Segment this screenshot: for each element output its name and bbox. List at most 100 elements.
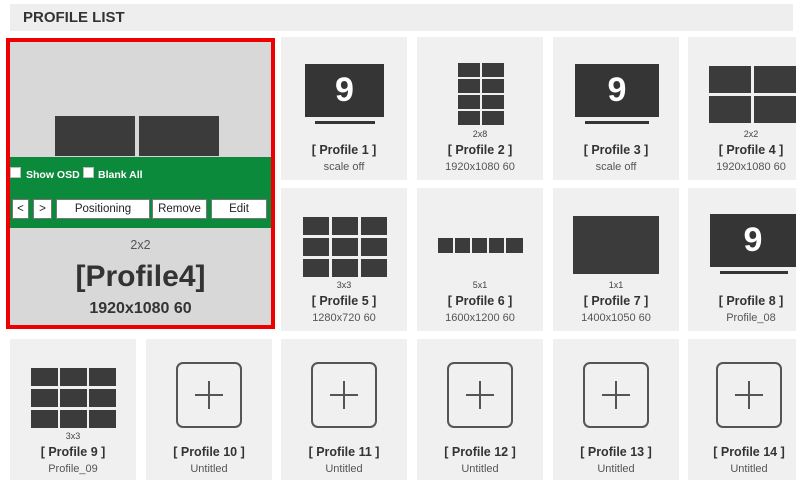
profile-tile[interactable]: 2x2 [ Profile 4 ] 1920x1080 60	[688, 37, 796, 180]
profile-subtitle: 1400x1050 60	[581, 312, 651, 324]
profile-title: [ Profile 14 ]	[713, 445, 785, 459]
layout-thumb	[709, 66, 796, 124]
add-profile-icon[interactable]	[176, 362, 242, 428]
profile-tile[interactable]: [ Profile 13 ] Untitled	[553, 339, 679, 480]
profile-title: [ Profile 4 ]	[718, 143, 784, 157]
thumb-cell	[482, 111, 504, 125]
thumb-cell	[361, 217, 387, 235]
thumb-cell	[506, 238, 523, 253]
screen-stand	[315, 121, 375, 124]
page-title: PROFILE LIST	[23, 9, 125, 26]
screen-stand	[720, 271, 788, 274]
screen-thumb: 9	[710, 214, 796, 267]
thumb-cell	[709, 66, 751, 93]
thumb-cell	[458, 111, 480, 125]
profile-tile[interactable]: [ Profile 10 ] Untitled	[146, 339, 272, 480]
profile-subtitle: 1920x1080 60	[445, 161, 515, 173]
profile-title: [ Profile 9 ]	[40, 445, 106, 459]
thumb-cell	[482, 63, 504, 77]
thumb-cell	[332, 238, 358, 256]
thumb-cell	[60, 389, 87, 407]
thumb-cell	[31, 368, 58, 386]
screen-thumb: 9	[575, 64, 659, 117]
add-profile-icon[interactable]	[716, 362, 782, 428]
thumb-cell	[455, 238, 470, 253]
thumb-cell	[60, 368, 87, 386]
add-profile-icon[interactable]	[311, 362, 377, 428]
profile-layout: 5x1	[472, 280, 488, 290]
profile-title: [ Profile 13 ]	[580, 445, 652, 459]
selected-resolution: 1920x1080 60	[89, 300, 192, 317]
thumb-cell	[482, 79, 504, 93]
profile-layout: 3x3	[65, 431, 81, 441]
edit-button[interactable]: Edit	[211, 199, 267, 219]
remove-button[interactable]: Remove	[152, 199, 207, 219]
profile-title: [ Profile 5 ]	[311, 294, 377, 308]
layout-thumb	[31, 368, 117, 428]
profile-tile[interactable]: 2x8 [ Profile 2 ] 1920x1080 60	[417, 37, 543, 180]
profile-subtitle: Profile_08	[726, 312, 776, 324]
profile-tile[interactable]: 9 [ Profile 8 ] Profile_08	[688, 188, 796, 331]
thumb-cell	[303, 259, 329, 277]
layout-thumb	[303, 217, 387, 277]
selected-profile-name: [Profile4]	[75, 260, 206, 293]
profile-layout: 2x2	[743, 129, 759, 139]
profile-layout: 3x3	[336, 280, 352, 290]
profile-tile[interactable]: 5x1 [ Profile 6 ] 1600x1200 60	[417, 188, 543, 331]
profile-tile[interactable]: 9 [ Profile 3 ] scale off	[553, 37, 679, 180]
profile-tile[interactable]: 3x3 [ Profile 9 ] Profile_09	[10, 339, 136, 480]
layout-thumb	[573, 216, 659, 274]
profile-subtitle: scale off	[595, 161, 637, 173]
thumb-cell	[89, 410, 116, 428]
thumb-cell	[89, 389, 116, 407]
screen-stand	[585, 121, 649, 124]
thumb-cell	[458, 79, 480, 93]
thumb-cell	[489, 238, 504, 253]
selected-profile-panel[interactable]: Show OSD Blank All < > Positioning Remov…	[6, 38, 275, 329]
next-button[interactable]: >	[33, 199, 52, 219]
thumb-cell	[332, 259, 358, 277]
blank-all-checkbox[interactable]	[83, 167, 94, 178]
profile-title: [ Profile 11 ]	[308, 445, 380, 459]
prev-button[interactable]: <	[12, 199, 29, 219]
profile-title: [ Profile 2 ]	[447, 143, 513, 157]
profile-title: [ Profile 7 ]	[583, 294, 649, 308]
thumb-cell	[438, 238, 453, 253]
thumb-cell	[709, 96, 751, 123]
thumb-cell	[31, 389, 58, 407]
profile-subtitle: 1600x1200 60	[445, 312, 515, 324]
thumb-cell	[754, 66, 796, 93]
profile-subtitle: scale off	[323, 161, 365, 173]
screen-thumb: 9	[305, 64, 384, 117]
profile-title: [ Profile 6 ]	[447, 294, 513, 308]
profile-title: [ Profile 12 ]	[444, 445, 516, 459]
show-osd-checkbox[interactable]	[10, 167, 21, 178]
thumb-cell	[458, 95, 480, 109]
profile-tile[interactable]: 9 [ Profile 1 ] scale off	[281, 37, 407, 180]
selected-thumb-cell	[55, 116, 135, 156]
add-profile-icon[interactable]	[583, 362, 649, 428]
blank-all-label: Blank All	[98, 169, 143, 181]
layout-thumb	[458, 63, 504, 127]
thumb-cell	[754, 96, 796, 123]
profile-tile[interactable]: 3x3 [ Profile 5 ] 1280x720 60	[281, 188, 407, 331]
profile-subtitle: Untitled	[325, 463, 363, 475]
profile-title: [ Profile 1 ]	[311, 143, 377, 157]
thumb-cell	[361, 259, 387, 277]
profile-list-header: PROFILE LIST	[10, 4, 793, 31]
positioning-button[interactable]: Positioning	[56, 199, 150, 219]
thumb-cell	[60, 410, 87, 428]
profile-subtitle: Untitled	[597, 463, 635, 475]
profile-tile[interactable]: 1x1 [ Profile 7 ] 1400x1050 60	[553, 188, 679, 331]
thumb-cell	[472, 238, 487, 253]
layout-thumb	[438, 238, 523, 253]
add-profile-icon[interactable]	[447, 362, 513, 428]
thumb-cell	[89, 368, 116, 386]
profile-tile[interactable]: [ Profile 11 ] Untitled	[281, 339, 407, 480]
profile-tile[interactable]: [ Profile 12 ] Untitled	[417, 339, 543, 480]
profile-subtitle: Untitled	[461, 463, 499, 475]
profile-tile[interactable]: [ Profile 14 ] Untitled	[688, 339, 796, 480]
profile-subtitle: 1280x720 60	[312, 312, 376, 324]
profile-title: [ Profile 3 ]	[583, 143, 649, 157]
thumb-cell	[458, 63, 480, 77]
